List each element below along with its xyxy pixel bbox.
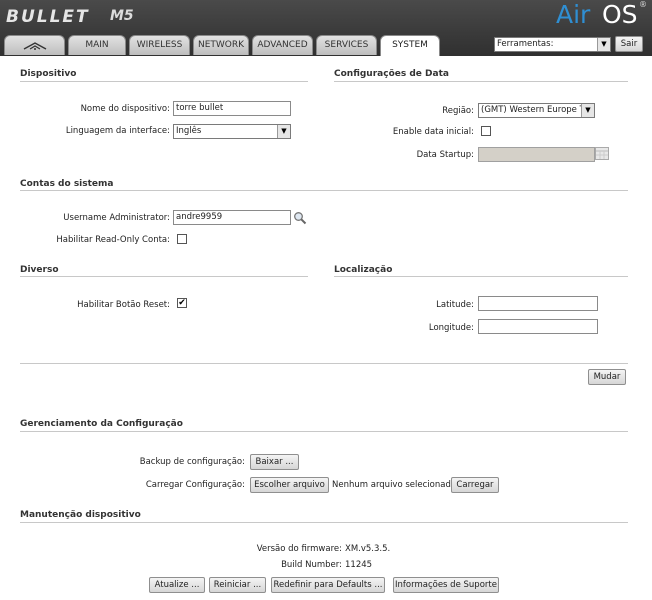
section-title-maintenance: Manutenção dispositivo — [20, 510, 141, 520]
section-title-device: Dispositivo — [20, 69, 77, 79]
airos-registered-mark: ® — [639, 0, 647, 9]
section-title-date: Configurações de Data — [334, 69, 449, 79]
no-file-selected-text: Nenhum arquivo selecionado — [332, 480, 457, 490]
readonly-account-label: Habilitar Read-Only Conta: — [56, 235, 170, 245]
divider — [334, 276, 628, 277]
tab-system[interactable]: SYSTEM — [380, 35, 440, 56]
header-bar: BULLET M5 Air OS ® MAIN WIRELESS NETWORK… — [0, 0, 652, 56]
longitude-label: Longitude: — [428, 323, 474, 333]
reset-defaults-button[interactable]: Redefinir para Defaults ... — [271, 577, 385, 593]
interface-language-value: Inglês — [176, 126, 202, 136]
divider — [20, 363, 628, 364]
calendar-icon — [595, 147, 609, 160]
reboot-button[interactable]: Reiniciar ... — [209, 577, 266, 593]
section-title-config-management: Gerenciamento da Configuração — [20, 419, 183, 429]
device-name-field[interactable]: torre bullet — [173, 101, 291, 116]
brand-logo: BULLET — [6, 7, 90, 27]
chevron-down-icon[interactable]: ▼ — [597, 38, 610, 51]
tab-wireless[interactable]: WIRELESS — [129, 35, 190, 55]
firmware-version-label: Versão do firmware: — [256, 544, 342, 554]
tab-ubiquiti-logo[interactable] — [4, 35, 65, 55]
divider — [20, 431, 628, 432]
divider — [20, 522, 628, 523]
admin-username-label: Username Administrator: — [63, 213, 170, 223]
section-title-accounts: Contas do sistema — [20, 179, 114, 189]
download-backup-button[interactable]: Baixar ... — [250, 454, 299, 470]
divider — [20, 276, 308, 277]
divider — [20, 190, 628, 191]
search-icon[interactable] — [293, 211, 307, 225]
enable-start-date-label: Enable data inicial: — [392, 127, 474, 137]
reset-button-enable-checkbox[interactable]: ✔ — [177, 298, 187, 308]
model-logo: M5 — [110, 8, 134, 24]
airos-logo-os: OS — [602, 0, 638, 29]
upload-config-label: Carregar Configuração: — [145, 480, 245, 490]
interface-language-label: Linguagem da interface: — [65, 126, 170, 136]
region-select[interactable]: (GMT) Western Europe T ▼ — [478, 103, 595, 118]
support-info-button[interactable]: Informações de Suporte — [393, 577, 499, 593]
upload-config-button[interactable]: Carregar — [451, 477, 499, 493]
chevron-down-icon[interactable]: ▼ — [277, 125, 290, 138]
longitude-field[interactable] — [478, 319, 598, 334]
firmware-version-value: XM.v5.3.5. — [345, 544, 391, 554]
latitude-label: Latitude: — [436, 300, 474, 310]
build-number-label: Build Number: — [281, 560, 342, 570]
section-title-misc: Diverso — [20, 265, 59, 275]
date-startup-field — [478, 147, 595, 162]
section-title-location: Localização — [334, 265, 393, 275]
reset-button-enable-label: Habilitar Botão Reset: — [77, 300, 170, 310]
interface-language-select[interactable]: Inglês ▼ — [173, 124, 291, 139]
tab-advanced[interactable]: ADVANCED — [252, 35, 313, 55]
tab-main[interactable]: MAIN — [68, 35, 126, 55]
date-startup-label: Data Startup: — [416, 150, 474, 160]
tools-selected-value: Ferramentas: — [497, 39, 554, 49]
airos-logo-air: Air — [556, 0, 591, 29]
update-firmware-button[interactable]: Atualize ... — [149, 577, 205, 593]
ubiquiti-logo-icon — [23, 42, 46, 50]
latitude-field[interactable] — [478, 296, 598, 311]
tab-services[interactable]: SERVICES — [316, 35, 377, 55]
choose-file-button[interactable]: Escolher arquivo — [250, 477, 329, 493]
chevron-down-icon[interactable]: ▼ — [581, 104, 594, 117]
enable-start-date-checkbox[interactable] — [481, 126, 491, 136]
admin-username-field[interactable]: andre9959 — [173, 210, 291, 225]
tools-dropdown[interactable]: Ferramentas: ▼ — [494, 37, 611, 52]
exit-button[interactable]: Sair — [615, 36, 643, 52]
device-name-label: Nome do dispositivo: — [80, 104, 170, 114]
tab-network[interactable]: NETWORK — [193, 35, 249, 55]
region-label: Região: — [442, 106, 474, 116]
readonly-account-checkbox[interactable] — [177, 234, 187, 244]
build-number-value: 11245 — [345, 560, 373, 570]
region-value: (GMT) Western Europe T — [481, 105, 585, 115]
divider — [20, 81, 308, 82]
change-button[interactable]: Mudar — [588, 369, 626, 385]
divider — [334, 81, 628, 82]
backup-config-label: Backup de configuração: — [139, 457, 245, 467]
